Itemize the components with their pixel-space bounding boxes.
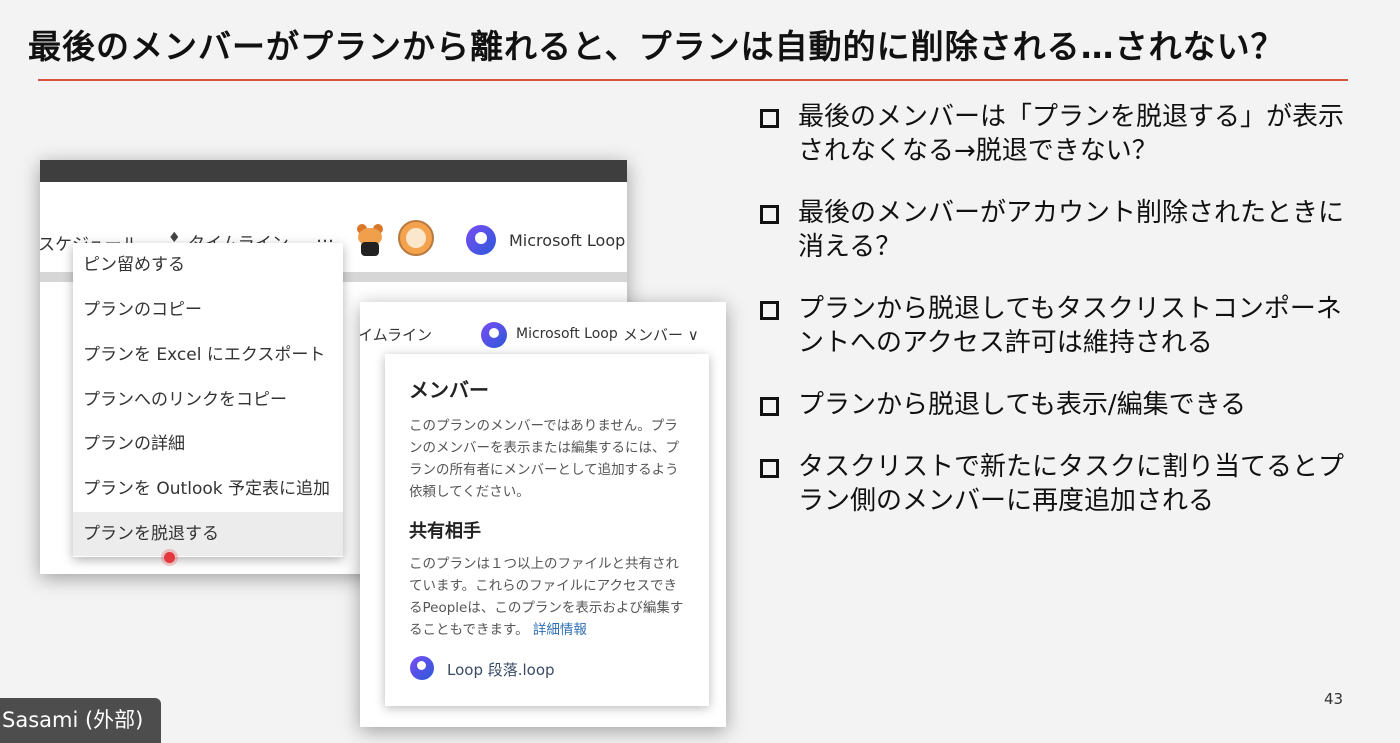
popup-members-description: このプランのメンバーではありません。プランのメンバーを表示または編集するには、プ… — [409, 418, 679, 500]
participant-name-tag: Sasami (外部) — [0, 698, 161, 743]
bullet-item: 最後のメンバーがアカウント削除されたときに消える？ — [758, 196, 1358, 264]
loop-logo-icon — [410, 656, 434, 680]
popup-heading-members: メンバー — [409, 378, 489, 402]
bullet-text: 最後のメンバーがアカウント削除されたときに消える？ — [798, 198, 1345, 262]
menu-item-export-excel[interactable]: プランを Excel にエクスポート — [73, 333, 343, 377]
planner-screenshot-2: イムライン Microsoft Loop メンバー ∨ メンバー このプランのメ… — [360, 302, 726, 727]
menu-item-copy-link[interactable]: プランへのリンクをコピー — [73, 378, 343, 422]
menu-item-copy-plan[interactable]: プランのコピー — [73, 288, 343, 332]
menu-item-leave-plan[interactable]: プランを脱退する — [73, 512, 343, 556]
loop-logo-icon — [466, 225, 496, 255]
menu-item-add-to-outlook[interactable]: プランを Outlook 予定表に追加 — [73, 467, 343, 511]
avatar[interactable] — [398, 220, 434, 256]
square-bullet-icon — [760, 109, 779, 128]
bullet-list: 最後のメンバーは「プランを脱退する」が表示されなくなる→脱退できない？ 最後のメ… — [758, 100, 1358, 546]
menu-item-plan-details[interactable]: プランの詳細 — [73, 422, 343, 466]
popup-heading-shared: 共有相手 — [409, 521, 481, 542]
bullet-item: 最後のメンバーは「プランを脱退する」が表示されなくなる→脱退できない？ — [758, 100, 1358, 168]
loop-app-label[interactable]: Microsoft Loop — [516, 326, 618, 342]
bullet-text: 最後のメンバーは「プランを脱退する」が表示されなくなる→脱退できない？ — [798, 102, 1345, 166]
loop-app-label[interactable]: Microsoft Loop — [509, 231, 625, 250]
popup-shared-description: このプランは１つ以上のファイルと共有されています。これらのファイルにアクセスでき… — [409, 553, 685, 641]
bullet-item: プランから脱退してもタスクリストコンポーネントへのアクセス許可は維持される — [758, 292, 1358, 360]
shared-file-name[interactable]: Loop 段落.loop — [447, 659, 555, 680]
details-link[interactable]: 詳細情報 — [533, 622, 587, 638]
bullet-item: プランから脱退しても表示/編集できる — [758, 388, 1358, 422]
bullet-item: タスクリストで新たにタスクに割り当てるとプラン側のメンバーに再度追加される — [758, 450, 1358, 518]
menu-item-pin[interactable]: ピン留めする — [73, 243, 343, 287]
square-bullet-icon — [760, 301, 779, 320]
title-divider — [38, 79, 1348, 81]
slide-title: 最後のメンバーがプランから離れると、プランは自動的に削除される…されない？ — [28, 27, 1285, 66]
square-bullet-icon — [760, 459, 779, 478]
page-number: 43 — [1324, 690, 1344, 708]
bullet-text: タスクリストで新たにタスクに割り当てるとプラン側のメンバーに再度追加される — [798, 452, 1345, 516]
tab-timeline[interactable]: イムライン — [360, 324, 432, 345]
loop-logo-icon — [481, 322, 507, 348]
plan-context-menu: ピン留めする プランのコピー プランを Excel にエクスポート プランへのリ… — [73, 243, 343, 557]
window-titlebar — [40, 160, 627, 182]
bullet-text: プランから脱退してもタスクリストコンポーネントへのアクセス許可は維持される — [798, 294, 1342, 358]
avatar[interactable] — [352, 220, 388, 256]
members-dropdown[interactable]: メンバー ∨ — [623, 324, 699, 345]
cursor-indicator — [164, 552, 175, 563]
members-popup: メンバー このプランのメンバーではありません。プランのメンバーを表示または編集す… — [385, 354, 709, 706]
bullet-text: プランから脱退しても表示/編集できる — [798, 390, 1247, 420]
square-bullet-icon — [760, 397, 779, 416]
square-bullet-icon — [760, 205, 779, 224]
